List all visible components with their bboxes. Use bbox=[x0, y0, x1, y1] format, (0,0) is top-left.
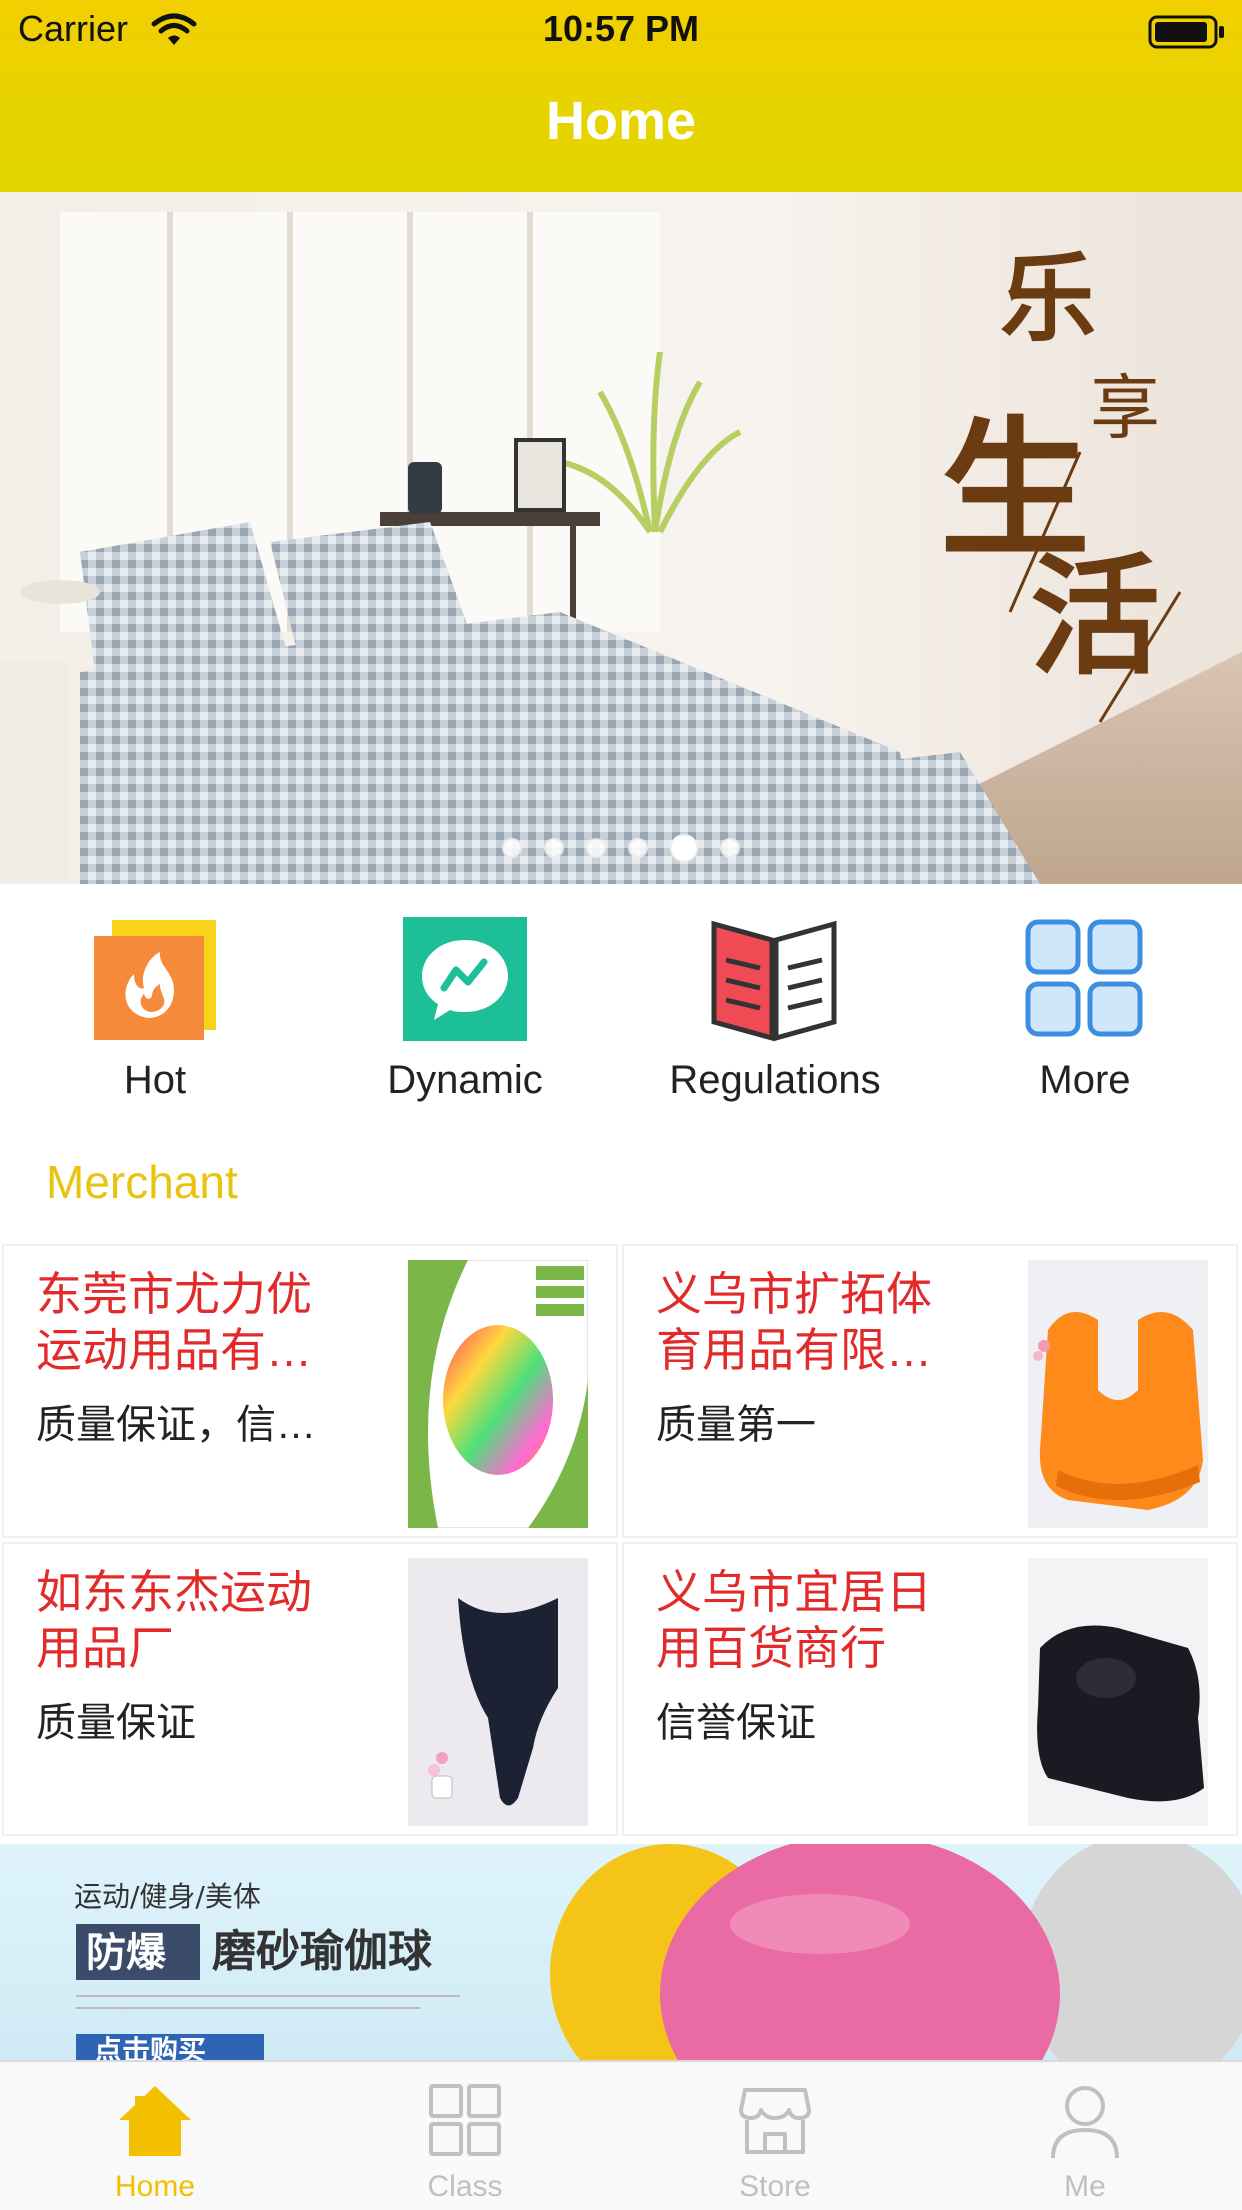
page-title: Home bbox=[545, 91, 697, 151]
carousel-dot[interactable] bbox=[544, 838, 564, 858]
merchant-desc: 信誉保证 bbox=[656, 1701, 816, 1745]
section-title-merchant: Merchant bbox=[46, 1156, 238, 1208]
battery-icon bbox=[1148, 15, 1224, 49]
merchant-name: 义乌市宜居日用百货商行 bbox=[656, 1566, 932, 1674]
class-grid-icon bbox=[429, 2084, 501, 2156]
tab-label: Home bbox=[114, 2170, 196, 2203]
quick-link-label: More bbox=[1039, 1058, 1131, 1102]
quick-link-label: Dynamic bbox=[387, 1058, 543, 1102]
grid-icon bbox=[1025, 919, 1143, 1037]
merchant-desc: 质量第一 bbox=[656, 1403, 816, 1447]
banner-image: 乐 享 生 活 bbox=[0, 192, 1242, 884]
promo-cta: 点击购买 bbox=[94, 2034, 206, 2060]
merchant-card[interactable]: 义乌市扩拓体育用品有限… 质量第一 bbox=[622, 1244, 1238, 1538]
quick-link-dynamic[interactable]: Dynamic bbox=[310, 910, 620, 1110]
home-icon bbox=[119, 2086, 191, 2156]
status-time: 10:57 PM bbox=[542, 8, 700, 49]
quick-link-label: Regulations bbox=[669, 1058, 881, 1102]
svg-text:乐: 乐 bbox=[1000, 242, 1096, 355]
merchant-name: 如东东杰运动用品厂 bbox=[36, 1566, 312, 1674]
quick-link-more[interactable]: More bbox=[930, 910, 1240, 1110]
merchant-desc: 质量保证，信… bbox=[36, 1403, 316, 1447]
promo-image: 运动/健身/美体 防爆 磨砂瑜伽球 点击购买 bbox=[74, 1844, 1242, 2060]
chat-trend-icon bbox=[403, 917, 527, 1041]
carousel-dot[interactable] bbox=[720, 838, 740, 858]
quick-link-label: Hot bbox=[123, 1058, 187, 1102]
user-icon bbox=[1051, 2086, 1119, 2159]
merchant-card[interactable]: 义乌市宜居日用百货商行 信誉保证 bbox=[622, 1542, 1238, 1836]
tab-label: Class bbox=[427, 2170, 503, 2203]
store-icon bbox=[739, 2088, 811, 2154]
merchant-card[interactable]: 东莞市尤力优运动用品有… 质量保证，信… bbox=[2, 1244, 618, 1538]
merchant-thumbnail bbox=[1028, 1260, 1208, 1528]
promo-headline: 磨砂瑜伽球 bbox=[212, 1926, 433, 1977]
tab-label: Me bbox=[1064, 2170, 1106, 2203]
flame-icon bbox=[94, 920, 216, 1040]
merchant-name: 东莞市尤力优运动用品有… bbox=[36, 1268, 312, 1376]
tab-home[interactable]: Home bbox=[0, 2060, 310, 2208]
merchant-thumbnail bbox=[408, 1260, 588, 1528]
merchant-thumbnail bbox=[1028, 1558, 1208, 1826]
promo-line1: 运动/健身/美体 bbox=[74, 1880, 261, 1913]
carousel-dot[interactable] bbox=[586, 838, 606, 858]
merchant-name: 义乌市扩拓体育用品有限… bbox=[656, 1268, 932, 1376]
carousel-dot[interactable] bbox=[502, 838, 522, 858]
merchant-desc: 质量保证 bbox=[36, 1701, 196, 1745]
quick-link-regulations[interactable]: Regulations bbox=[620, 910, 930, 1110]
carousel-pagination[interactable] bbox=[0, 834, 1242, 862]
tab-me[interactable]: Me bbox=[930, 2060, 1240, 2208]
merchant-card[interactable]: 如东东杰运动用品厂 质量保证 bbox=[2, 1542, 618, 1836]
quick-link-hot[interactable]: Hot bbox=[0, 910, 310, 1110]
tab-store[interactable]: Store bbox=[620, 2060, 930, 2208]
book-icon bbox=[711, 920, 837, 1042]
tab-class[interactable]: Class bbox=[310, 2060, 620, 2208]
svg-text:活: 活 bbox=[1030, 540, 1160, 693]
tab-label: Store bbox=[739, 2170, 811, 2203]
carousel-dot[interactable] bbox=[670, 834, 698, 862]
banner-carousel[interactable]: 乐 享 生 活 bbox=[0, 192, 1242, 884]
promo-banner[interactable]: 运动/健身/美体 防爆 磨砂瑜伽球 点击购买 bbox=[0, 1844, 1242, 2060]
merchant-thumbnail bbox=[408, 1558, 588, 1826]
svg-text:享: 享 bbox=[1090, 367, 1160, 449]
carousel-dot[interactable] bbox=[628, 838, 648, 858]
promo-tag: 防爆 bbox=[86, 1930, 167, 1976]
